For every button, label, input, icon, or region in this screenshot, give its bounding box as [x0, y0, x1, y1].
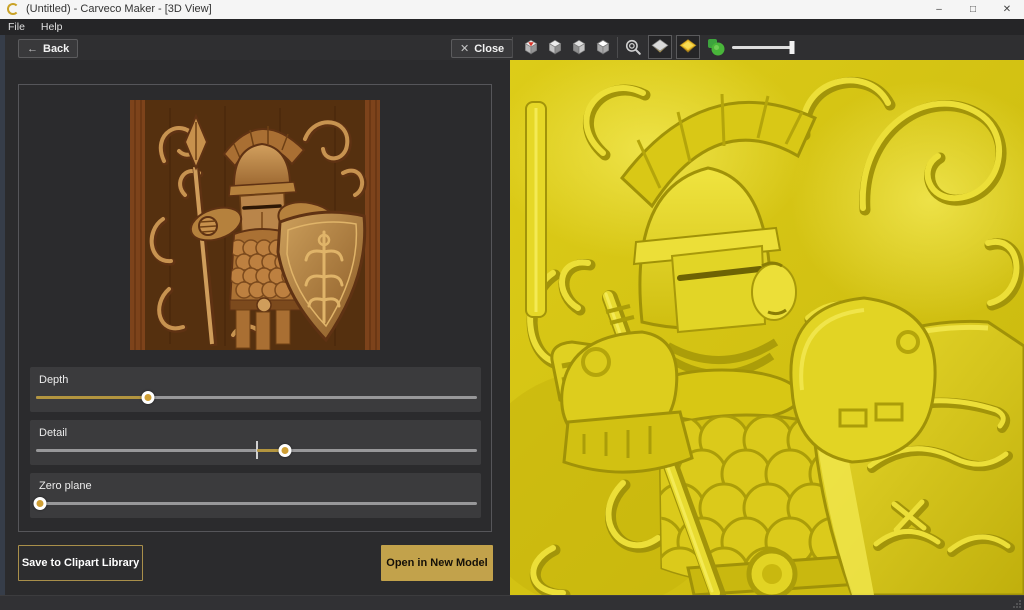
close-x-icon: ✕	[460, 42, 469, 55]
view-cube-iso-right-button[interactable]	[568, 36, 590, 58]
zero-plane-slider-track[interactable]	[36, 502, 477, 505]
minimize-button[interactable]: –	[922, 0, 956, 19]
relief-settings-panel: Depth Detail Zero plane	[18, 84, 492, 532]
menu-file[interactable]: File	[0, 21, 33, 33]
relief-preview-gold-toggle[interactable]	[676, 35, 700, 59]
carveco-logo-icon	[7, 3, 19, 15]
maximize-button[interactable]: □	[956, 0, 990, 19]
status-bar	[0, 595, 1024, 610]
open-in-new-model-button[interactable]: Open in New Model	[381, 545, 493, 581]
relief-preview-flat-toggle[interactable]	[648, 35, 672, 59]
view-cube-iso-left-button[interactable]	[544, 36, 566, 58]
view-cube-top-face-button[interactable]	[592, 36, 614, 58]
detail-label: Detail	[39, 427, 67, 439]
toolbar-separator	[617, 37, 618, 58]
window-edge	[0, 35, 5, 610]
detail-slider-handle[interactable]	[279, 444, 292, 457]
resize-grip-icon[interactable]	[1013, 600, 1021, 608]
menu-help[interactable]: Help	[33, 21, 71, 33]
depth-slider-group: Depth	[30, 367, 481, 412]
back-label: Back	[43, 43, 69, 55]
zero-plane-slider-group: Zero plane	[30, 473, 481, 518]
depth-slider-fill	[36, 396, 148, 399]
preview-image	[130, 100, 380, 350]
zero-plane-slider-handle[interactable]	[34, 497, 47, 510]
window-title: (Untitled) - Carveco Maker - [3D View]	[26, 3, 212, 15]
toolbar-row: ← Back ✕ Close	[0, 35, 1024, 60]
close-window-button[interactable]: ✕	[990, 0, 1024, 19]
detail-slider-group: Detail	[30, 420, 481, 465]
toolbar-separator	[512, 37, 513, 58]
back-button[interactable]: ← Back	[18, 39, 78, 58]
menubar: File Help	[0, 19, 1024, 35]
depth-slider[interactable]	[36, 396, 477, 400]
close-label: Close	[474, 43, 504, 55]
zoom-extents-button[interactable]	[622, 36, 644, 58]
toolbar-zoom-slider[interactable]	[732, 46, 792, 49]
depth-slider-handle[interactable]	[142, 391, 155, 404]
material-sphere-icon[interactable]	[704, 36, 728, 58]
back-arrow-icon: ←	[27, 43, 38, 55]
toolbar-zoom-slider-handle[interactable]	[790, 41, 795, 54]
zero-plane-label: Zero plane	[39, 480, 92, 492]
zero-plane-slider[interactable]	[36, 502, 477, 506]
window-controls: – □ ✕	[922, 0, 1024, 19]
titlebar: (Untitled) - Carveco Maker - [3D View] –…	[0, 0, 1024, 20]
view-cube-top-arrow-button[interactable]	[520, 36, 542, 58]
viewport-3d[interactable]	[510, 60, 1024, 595]
save-to-clipart-library-button[interactable]: Save to Clipart Library	[18, 545, 143, 581]
detail-slider[interactable]	[36, 449, 477, 453]
close-panel-button[interactable]: ✕ Close	[451, 39, 513, 58]
depth-label: Depth	[39, 374, 68, 386]
